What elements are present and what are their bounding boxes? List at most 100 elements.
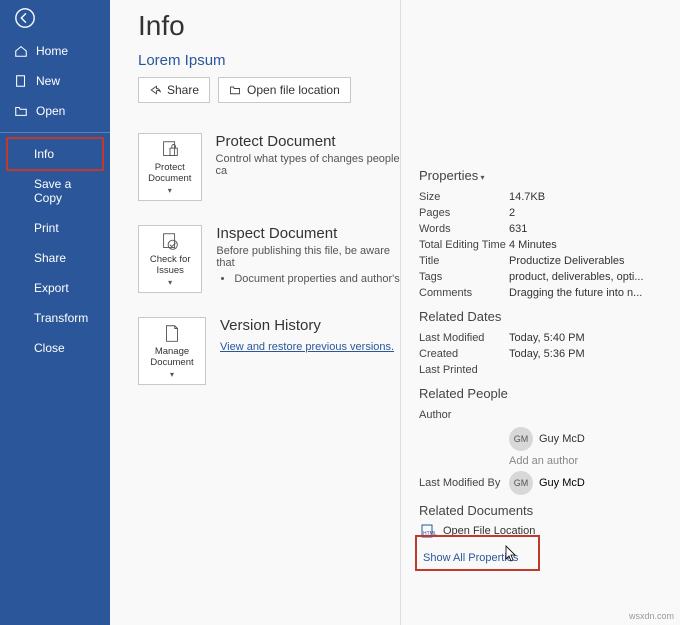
date-key: Created: [419, 348, 509, 360]
prop-value[interactable]: product, deliverables, opti...: [509, 271, 650, 283]
related-dates-heading: Related Dates: [419, 309, 650, 324]
inspect-caption: Check for Issues: [141, 255, 199, 276]
header-buttons: Share Open file location: [138, 77, 400, 103]
author-name: Guy McD: [539, 433, 585, 445]
date-value: Today, 5:40 PM: [509, 332, 650, 344]
sidebar-item-new[interactable]: New: [0, 66, 110, 96]
inspect-desc: Before publishing this file, be aware th…: [216, 245, 400, 269]
prop-key: Size: [419, 191, 509, 203]
property-row: Tagsproduct, deliverables, opti...: [419, 269, 650, 285]
center-column: Info Lorem Ipsum Share Open file locatio…: [110, 0, 400, 625]
prop-value[interactable]: 14.7KB: [509, 191, 650, 203]
open-loc-label: Open File Location: [443, 525, 535, 537]
sidebar-item-label: Share: [34, 251, 66, 265]
protect-document-tile[interactable]: Protect Document: [138, 133, 202, 201]
lmby-key: Last Modified By: [419, 477, 509, 489]
date-value: Today, 5:36 PM: [509, 348, 650, 360]
date-row: Last ModifiedToday, 5:40 PM: [419, 330, 650, 346]
inspect-text: Inspect Document Before publishing this …: [216, 225, 400, 285]
lmby-name: Guy McD: [539, 477, 585, 489]
date-value: [509, 364, 650, 376]
sidebar-divider: [0, 132, 110, 133]
protect-caption: Protect Document: [141, 163, 199, 184]
share-button[interactable]: Share: [138, 77, 210, 103]
property-row: TitleProductize Deliverables: [419, 253, 650, 269]
prop-key: Tags: [419, 271, 509, 283]
sidebar-item-label: Open: [36, 104, 65, 118]
add-author-input[interactable]: Add an author: [509, 455, 650, 467]
date-key: Last Modified: [419, 332, 509, 344]
document-icon: [161, 323, 183, 345]
folder-icon: [229, 84, 241, 96]
inspect-row: Check for Issues Inspect Document Before…: [138, 225, 400, 293]
prop-key: Words: [419, 223, 509, 235]
author-person[interactable]: GM Guy McD: [509, 427, 650, 451]
version-row: Manage Document Version History View and…: [138, 317, 400, 385]
sidebar-item-save-copy[interactable]: Save a Copy: [0, 169, 110, 213]
version-text: Version History View and restore previou…: [220, 317, 394, 355]
property-row: Total Editing Time4 Minutes: [419, 237, 650, 253]
new-doc-icon: [14, 74, 28, 88]
sidebar-item-close[interactable]: Close: [0, 333, 110, 363]
prop-value[interactable]: 4 Minutes: [509, 239, 650, 251]
prop-key: Pages: [419, 207, 509, 219]
last-modified-by-row: Last Modified By GM Guy McD: [419, 471, 650, 495]
author-row: Author: [419, 407, 650, 423]
sidebar-item-home[interactable]: Home: [0, 36, 110, 66]
prop-key: Title: [419, 255, 509, 267]
inspect-bullet: Document properties and author's: [234, 273, 400, 285]
sidebar-item-print[interactable]: Print: [0, 213, 110, 243]
prop-key: Total Editing Time: [419, 239, 509, 251]
sidebar-item-label: Info: [34, 147, 54, 161]
open-file-location-button[interactable]: Open file location: [218, 77, 351, 103]
sidebar-item-share[interactable]: Share: [0, 243, 110, 273]
main-area: Info Lorem Ipsum Share Open file locatio…: [110, 0, 680, 625]
watermark: wsxdn.com: [629, 611, 674, 621]
sidebar-item-transform[interactable]: Transform: [0, 303, 110, 333]
version-title: Version History: [220, 317, 394, 334]
properties-heading[interactable]: Properties: [419, 168, 650, 183]
related-people-heading: Related People: [419, 386, 650, 401]
home-icon: [14, 44, 28, 58]
property-row: CommentsDragging the future into n...: [419, 285, 650, 301]
prop-value[interactable]: Productize Deliverables: [509, 255, 650, 267]
date-key: Last Printed: [419, 364, 509, 376]
sidebar-item-info[interactable]: Info: [0, 139, 110, 169]
show-all-properties-link[interactable]: Show All Properties: [419, 550, 522, 566]
prop-value[interactable]: 631: [509, 223, 650, 235]
open-loc-label: Open file location: [247, 83, 340, 97]
html-file-icon: HTML: [421, 524, 437, 538]
check-issues-tile[interactable]: Check for Issues: [138, 225, 202, 293]
version-history-link[interactable]: View and restore previous versions.: [220, 341, 394, 353]
lock-icon: [159, 139, 181, 161]
protect-desc: Control what types of changes people ca: [216, 153, 400, 177]
author-key: Author: [419, 409, 509, 421]
property-row: Pages2: [419, 205, 650, 221]
protect-title: Protect Document: [216, 133, 400, 150]
property-row: Words631: [419, 221, 650, 237]
prop-value[interactable]: 2: [509, 207, 650, 219]
property-row: Size14.7KB: [419, 189, 650, 205]
prop-key: Comments: [419, 287, 509, 299]
related-documents-heading: Related Documents: [419, 503, 650, 518]
prop-value[interactable]: Dragging the future into n...: [509, 287, 650, 299]
back-button[interactable]: [0, 0, 110, 36]
sidebar-item-label: Close: [34, 341, 65, 355]
sidebar-item-label: New: [36, 74, 60, 88]
manage-caption: Manage Document: [141, 347, 203, 368]
properties-panel: Properties Size14.7KBPages2Words631Total…: [400, 0, 660, 625]
backstage-sidebar: Home New Open Info Save a Copy Print Sha…: [0, 0, 110, 625]
sidebar-item-label: Home: [36, 44, 68, 58]
manage-document-tile[interactable]: Manage Document: [138, 317, 206, 385]
date-row: Last Printed: [419, 362, 650, 378]
protect-row: Protect Document Protect Document Contro…: [138, 133, 400, 201]
sidebar-item-export[interactable]: Export: [0, 273, 110, 303]
protect-text: Protect Document Control what types of c…: [216, 133, 400, 177]
share-icon: [149, 84, 161, 96]
sidebar-item-open[interactable]: Open: [0, 96, 110, 126]
inspect-title: Inspect Document: [216, 225, 400, 242]
back-arrow-icon: [14, 7, 36, 29]
open-file-location-link[interactable]: HTML Open File Location: [421, 524, 650, 538]
sidebar-item-label: Transform: [34, 311, 88, 325]
avatar: GM: [509, 427, 533, 451]
